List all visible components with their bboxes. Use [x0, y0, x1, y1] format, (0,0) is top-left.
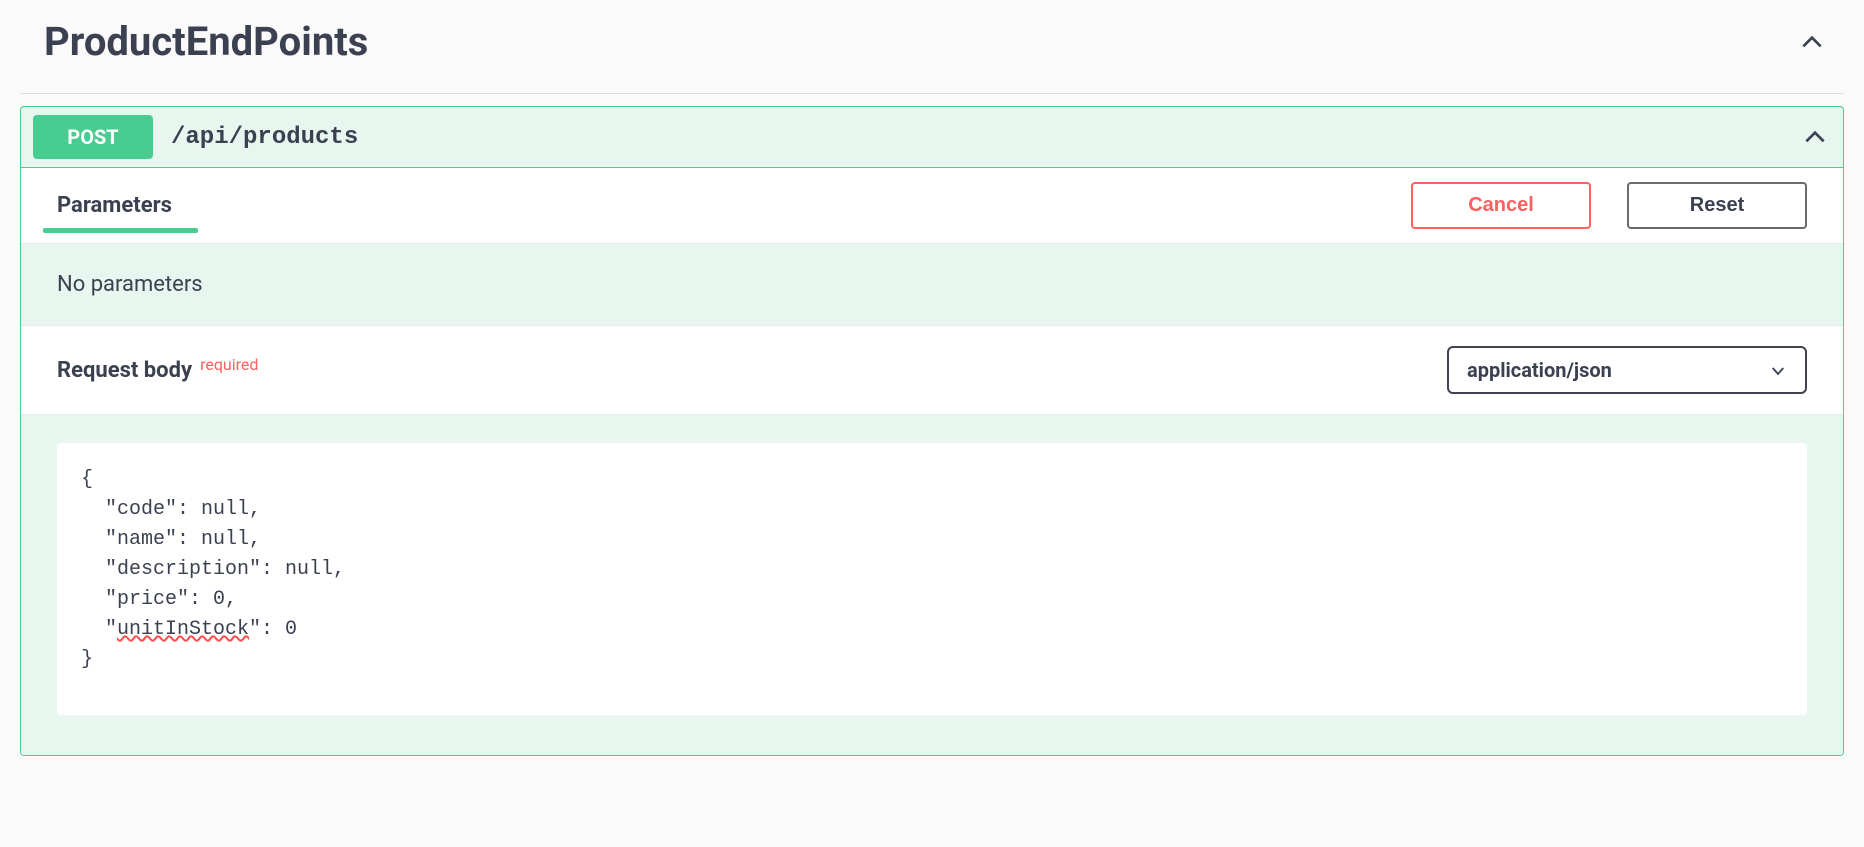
- parameters-actions: Cancel Reset: [1411, 182, 1807, 243]
- tab-parameters[interactable]: Parameters: [57, 193, 172, 232]
- request-body-bar: Request body required application/json: [21, 325, 1843, 415]
- no-parameters-text: No parameters: [21, 244, 1843, 325]
- cancel-button[interactable]: Cancel: [1411, 182, 1591, 229]
- section-title: ProductEndPoints: [44, 18, 368, 65]
- operation-summary[interactable]: POST /api/products: [21, 107, 1843, 168]
- http-method-badge: POST: [33, 115, 153, 159]
- operation-block: POST /api/products Parameters Cancel Res…: [20, 106, 1844, 756]
- reset-button[interactable]: Reset: [1627, 182, 1807, 229]
- request-body-label: Request body: [57, 358, 192, 383]
- endpoint-path: /api/products: [171, 124, 1799, 151]
- parameters-bar: Parameters Cancel Reset: [21, 168, 1843, 244]
- operation-body: Parameters Cancel Reset No parameters Re…: [21, 168, 1843, 755]
- chevron-up-icon[interactable]: [1796, 26, 1828, 58]
- chevron-down-icon: [1769, 361, 1787, 379]
- content-type-select[interactable]: application/json: [1447, 346, 1807, 394]
- section-header[interactable]: ProductEndPoints: [20, 0, 1844, 94]
- content-type-value: application/json: [1467, 358, 1612, 382]
- required-tag: required: [200, 355, 258, 374]
- request-body-area: { "code": null, "name": null, "descripti…: [21, 415, 1843, 755]
- chevron-up-icon[interactable]: [1799, 121, 1831, 153]
- request-body-editor[interactable]: { "code": null, "name": null, "descripti…: [57, 443, 1807, 715]
